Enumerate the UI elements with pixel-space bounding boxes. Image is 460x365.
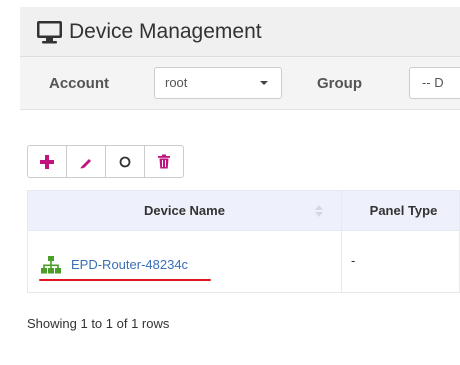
group-select-value: -- D bbox=[422, 75, 444, 90]
device-management-page: Device Management Account root Group -- … bbox=[0, 0, 460, 365]
pagination-summary: Showing 1 to 1 of 1 rows bbox=[27, 316, 170, 331]
column-header-device-name[interactable]: Device Name bbox=[28, 191, 341, 230]
column-header-panel-type[interactable]: Panel Type bbox=[341, 191, 459, 230]
device-link[interactable]: EPD-Router-48234c bbox=[71, 257, 188, 272]
account-label: Account bbox=[49, 75, 109, 92]
group-select[interactable]: -- D bbox=[409, 67, 460, 99]
group-label: Group bbox=[317, 75, 362, 92]
sort-icon bbox=[315, 205, 323, 217]
status-device-button[interactable] bbox=[105, 145, 145, 178]
table-header: Device Name Panel Type bbox=[27, 190, 460, 231]
network-icon bbox=[41, 256, 61, 274]
account-select[interactable]: root bbox=[154, 67, 282, 99]
device-name-cell: EPD-Router-48234c bbox=[28, 231, 341, 292]
highlight-underline bbox=[39, 279, 211, 281]
filter-bar: Account root Group -- D bbox=[20, 57, 460, 110]
plus-icon bbox=[40, 154, 54, 169]
table-row: EPD-Router-48234c - bbox=[27, 231, 460, 293]
page-header: Device Management bbox=[20, 7, 460, 57]
table-toolbar bbox=[27, 145, 184, 178]
panel-type-cell: - bbox=[341, 231, 459, 292]
pencil-icon bbox=[80, 158, 91, 168]
circle-icon bbox=[119, 156, 131, 167]
account-select-value: root bbox=[165, 75, 188, 90]
monitor-icon bbox=[36, 20, 63, 44]
caret-down-icon bbox=[260, 81, 268, 85]
page-title: Device Management bbox=[69, 19, 262, 43]
delete-device-button[interactable] bbox=[144, 145, 184, 178]
add-device-button[interactable] bbox=[27, 145, 67, 178]
device-table: Device Name Panel Type EPD-Router-48234c… bbox=[27, 190, 460, 293]
edit-device-button[interactable] bbox=[66, 145, 106, 178]
trash-icon bbox=[158, 154, 170, 169]
